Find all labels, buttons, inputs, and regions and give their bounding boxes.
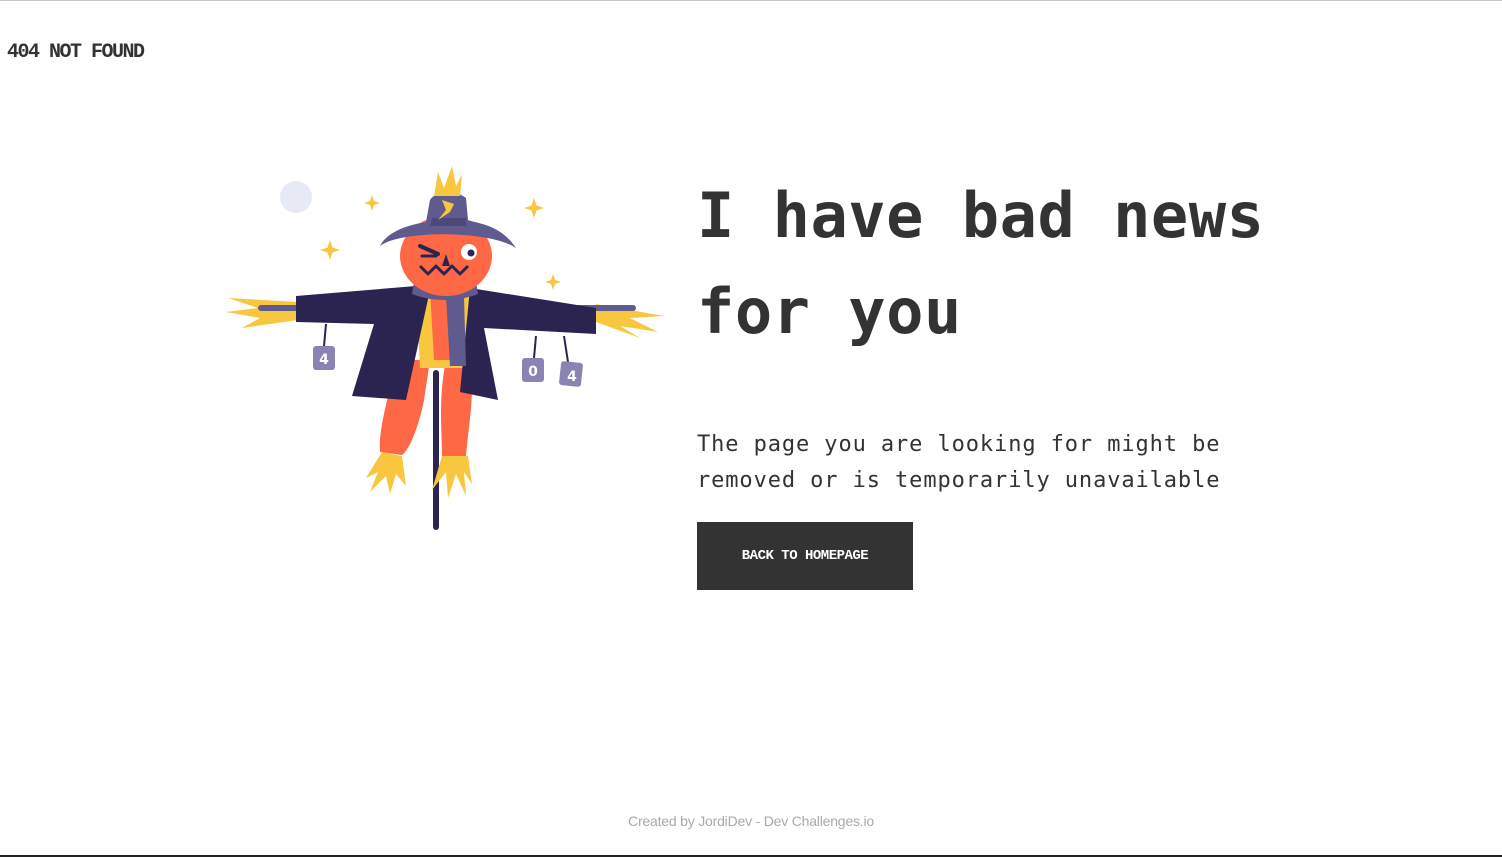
- moon-icon: [280, 181, 312, 213]
- footer-credit: Created by JordiDev - Dev Challenges.io: [628, 813, 874, 829]
- can-label-0: 0: [528, 364, 538, 380]
- can-label-4: 4: [319, 352, 329, 368]
- can-left: 4: [313, 323, 335, 370]
- can-label-4b: 4: [567, 369, 577, 385]
- top-border: [0, 0, 1502, 1]
- page-title: I have bad news for you: [697, 179, 1265, 348]
- error-description: The page you are looking for might be re…: [697, 432, 1221, 493]
- site-title[interactable]: 404 NOT FOUND: [7, 41, 145, 64]
- back-to-homepage-button[interactable]: BACK TO HOMEPAGE: [697, 522, 913, 590]
- can-right: 4: [559, 335, 583, 387]
- scarecrow-illustration: 4 0 4: [220, 160, 670, 540]
- can-middle: 0: [522, 335, 544, 382]
